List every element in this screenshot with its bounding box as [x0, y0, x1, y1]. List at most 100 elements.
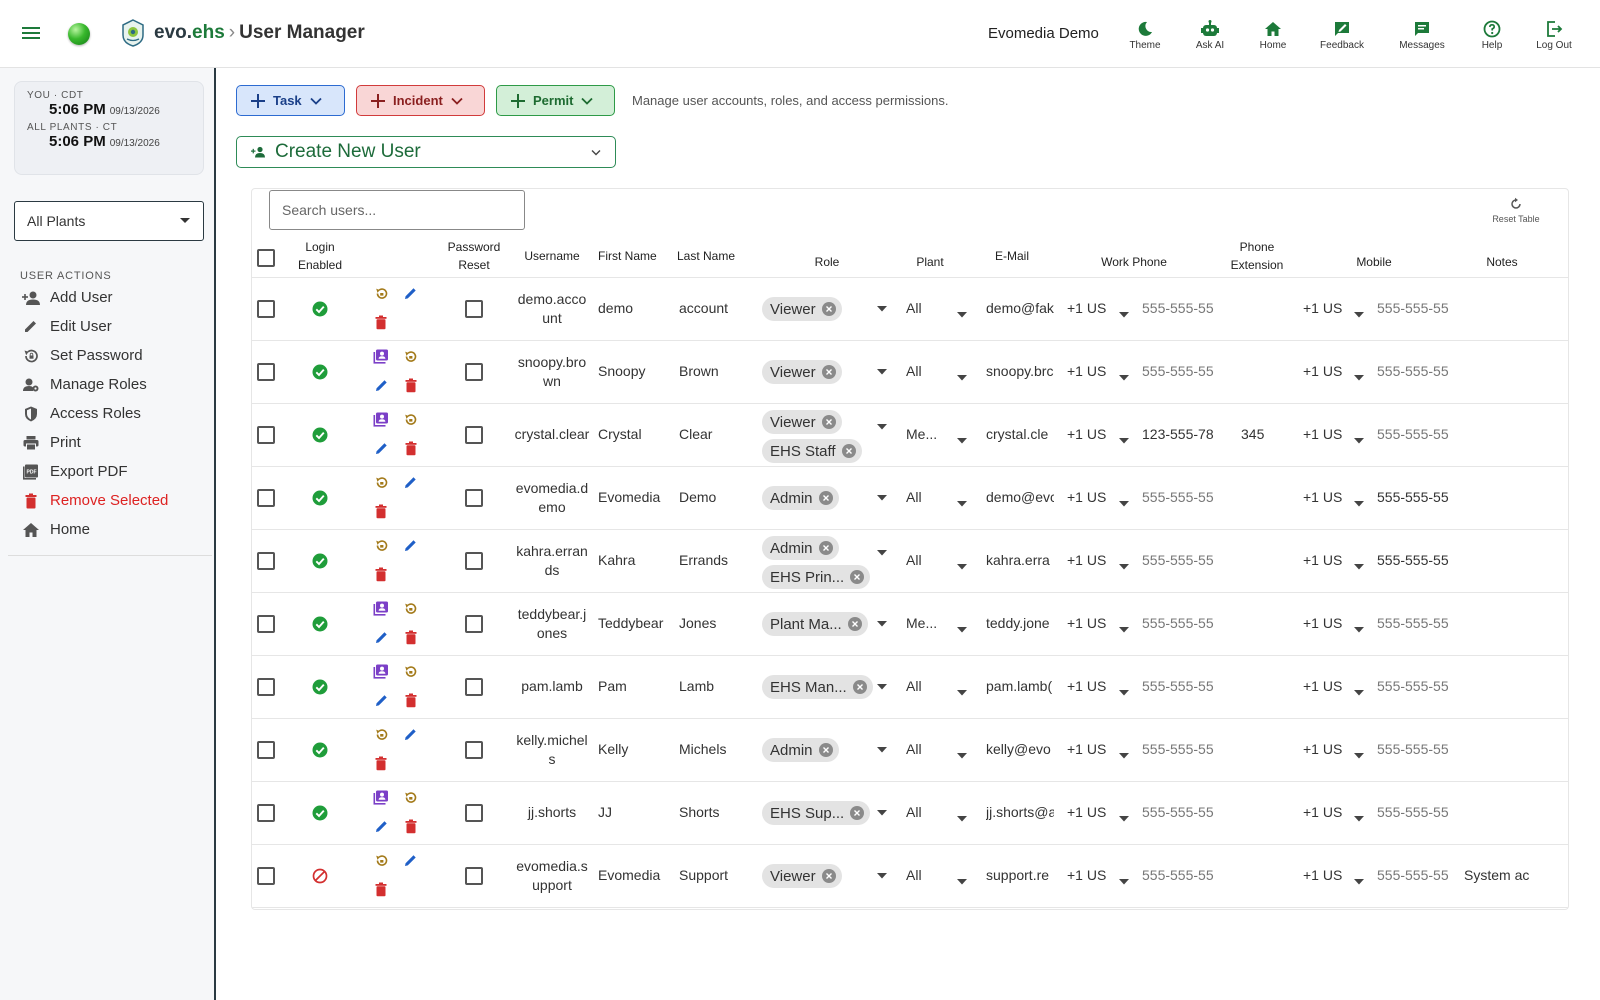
manage-roles-icon[interactable]: [373, 349, 389, 364]
role-chip[interactable]: Viewer: [762, 410, 842, 434]
work-country-caret-icon[interactable]: [1119, 438, 1129, 444]
edit-pencil-icon[interactable]: [374, 819, 389, 834]
nav-logout-button[interactable]: Log Out: [1520, 17, 1588, 53]
header-email[interactable]: E-Mail: [982, 247, 1042, 265]
chip-remove-icon[interactable]: [821, 365, 836, 379]
plant-select[interactable]: All Plants: [14, 201, 204, 241]
sidebar-item-set-password[interactable]: Set Password: [22, 341, 168, 370]
manage-roles-icon[interactable]: [373, 601, 389, 616]
plant-dropdown-caret-icon[interactable]: [957, 753, 967, 759]
edit-pencil-icon[interactable]: [374, 378, 389, 393]
password-reset-icon[interactable]: [403, 790, 418, 805]
chip-remove-icon[interactable]: [821, 415, 836, 429]
edit-pencil-icon[interactable]: [403, 727, 418, 742]
password-reset-icon[interactable]: [403, 601, 418, 616]
chip-remove-icon[interactable]: [847, 617, 862, 631]
chip-remove-icon[interactable]: [818, 743, 833, 757]
mobile-country-caret-icon[interactable]: [1354, 501, 1364, 507]
chip-remove-icon[interactable]: [821, 869, 836, 883]
plant-dropdown-caret-icon[interactable]: [957, 690, 967, 696]
password-reset-checkbox[interactable]: [465, 300, 483, 318]
row-select-checkbox[interactable]: [257, 867, 275, 885]
incident-button[interactable]: Incident: [356, 85, 485, 116]
chip-remove-icon[interactable]: [850, 806, 865, 820]
header-notes[interactable]: Notes: [1472, 253, 1532, 271]
row-select-checkbox[interactable]: [257, 300, 275, 318]
manage-roles-icon[interactable]: [373, 412, 389, 427]
role-dropdown-caret-icon[interactable]: [877, 306, 887, 312]
manage-roles-icon[interactable]: [373, 664, 389, 679]
header-work-phone[interactable]: Work Phone: [1092, 253, 1176, 271]
delete-trash-icon[interactable]: [404, 630, 418, 645]
chip-remove-icon[interactable]: [818, 491, 833, 505]
plant-dropdown-caret-icon[interactable]: [957, 627, 967, 633]
mobile-country-caret-icon[interactable]: [1354, 438, 1364, 444]
chip-remove-icon[interactable]: [852, 680, 867, 694]
login-enabled-icon[interactable]: [312, 679, 328, 695]
edit-pencil-icon[interactable]: [374, 693, 389, 708]
login-enabled-icon[interactable]: [312, 490, 328, 506]
role-dropdown-caret-icon[interactable]: [877, 684, 887, 690]
delete-trash-icon[interactable]: [374, 567, 388, 582]
mobile-country-caret-icon[interactable]: [1354, 879, 1364, 885]
header-login-enabled[interactable]: Login Enabled: [290, 238, 350, 274]
plant-dropdown-caret-icon[interactable]: [957, 501, 967, 507]
search-input[interactable]: [269, 190, 525, 230]
row-select-checkbox[interactable]: [257, 363, 275, 381]
brand-name[interactable]: evo.ehs › User Manager: [154, 22, 365, 44]
sidebar-item-export-pdf[interactable]: PDF Export PDF: [22, 457, 168, 486]
header-mobile[interactable]: Mobile: [1344, 253, 1404, 271]
row-select-checkbox[interactable]: [257, 678, 275, 696]
nav-ask-ai-button[interactable]: Ask AI: [1178, 17, 1242, 53]
row-select-checkbox[interactable]: [257, 489, 275, 507]
role-chip[interactable]: Admin: [762, 738, 839, 762]
permit-button[interactable]: Permit: [496, 85, 615, 116]
nav-messages-button[interactable]: Messages: [1380, 17, 1464, 53]
password-reset-checkbox[interactable]: [465, 741, 483, 759]
login-enabled-icon[interactable]: [312, 427, 328, 443]
status-orb[interactable]: [68, 23, 90, 45]
delete-trash-icon[interactable]: [404, 693, 418, 708]
plant-dropdown-caret-icon[interactable]: [957, 312, 967, 318]
work-country-caret-icon[interactable]: [1119, 753, 1129, 759]
table-row[interactable]: evomedia.support Evomedia Support Viewer All…: [252, 845, 1568, 908]
task-button[interactable]: Task: [236, 85, 345, 116]
select-all-checkbox[interactable]: [257, 249, 275, 267]
nav-help-button[interactable]: Help: [1464, 17, 1520, 53]
password-reset-icon[interactable]: [403, 664, 418, 679]
role-chip[interactable]: EHS Man...: [762, 675, 873, 699]
header-phone-extension[interactable]: Phone Extension: [1222, 238, 1292, 274]
role-dropdown-caret-icon[interactable]: [877, 495, 887, 501]
row-select-checkbox[interactable]: [257, 741, 275, 759]
row-select-checkbox[interactable]: [257, 804, 275, 822]
table-row[interactable]: pam.lamb Pam Lamb EHS Man... All pam.lamb(+1 …: [252, 656, 1568, 719]
header-role[interactable]: Role: [782, 253, 872, 271]
sidebar-item-manage-roles[interactable]: Manage Roles: [22, 370, 168, 399]
header-username[interactable]: Username: [514, 247, 590, 265]
mobile-country-caret-icon[interactable]: [1354, 816, 1364, 822]
table-row[interactable]: evomedia.demo Evomedia Demo Admin All demo@ev…: [252, 467, 1568, 530]
table-row[interactable]: kelly.michels Kelly Michels Admin All kelly@e…: [252, 719, 1568, 782]
password-reset-checkbox[interactable]: [465, 552, 483, 570]
create-new-user-button[interactable]: Create New User: [236, 136, 616, 168]
chip-remove-icon[interactable]: [821, 302, 836, 316]
mobile-country-caret-icon[interactable]: [1354, 375, 1364, 381]
delete-trash-icon[interactable]: [374, 315, 388, 330]
role-dropdown-caret-icon[interactable]: [877, 747, 887, 753]
sidebar-item-edit-user[interactable]: Edit User: [22, 312, 168, 341]
edit-pencil-icon[interactable]: [403, 853, 418, 868]
password-reset-icon[interactable]: [403, 349, 418, 364]
password-reset-checkbox[interactable]: [465, 363, 483, 381]
password-reset-icon[interactable]: [374, 727, 389, 742]
row-select-checkbox[interactable]: [257, 552, 275, 570]
work-country-caret-icon[interactable]: [1119, 312, 1129, 318]
work-country-caret-icon[interactable]: [1119, 501, 1129, 507]
login-enabled-icon[interactable]: [312, 364, 328, 380]
nav-home-button[interactable]: Home: [1242, 17, 1304, 53]
work-country-caret-icon[interactable]: [1119, 816, 1129, 822]
role-chip[interactable]: EHS Sup...: [762, 801, 871, 825]
work-country-caret-icon[interactable]: [1119, 564, 1129, 570]
role-chip[interactable]: Viewer: [762, 360, 842, 384]
header-first-name[interactable]: First Name: [592, 247, 668, 265]
mobile-country-caret-icon[interactable]: [1354, 690, 1364, 696]
